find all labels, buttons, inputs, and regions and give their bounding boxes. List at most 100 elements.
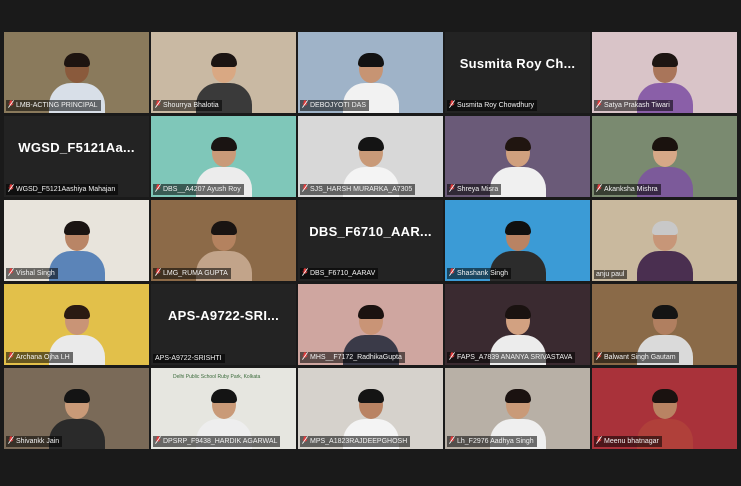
mic-muted-icon bbox=[8, 268, 14, 279]
participant-name: SJS_HARSH MURARKA_A7305 bbox=[310, 186, 413, 193]
participant-name-label: Archana Ojha LH bbox=[6, 352, 73, 363]
participant-name: anju paul bbox=[596, 271, 625, 278]
participant-video bbox=[592, 200, 737, 281]
participant-name: MPS_A1823RAJDEEPGHOSH bbox=[310, 438, 408, 445]
participant-name: Meenu bhatnagar bbox=[604, 438, 659, 445]
participant-tile[interactable]: Balwant Singh Gautam bbox=[592, 284, 737, 365]
participant-tile[interactable]: Satya Prakash Tiwari bbox=[592, 32, 737, 113]
participant-tile[interactable]: Vishal Singh bbox=[4, 200, 149, 281]
mic-muted-icon bbox=[302, 100, 308, 111]
participant-tile[interactable]: Shreya Misra bbox=[445, 116, 590, 197]
participant-name: LMG_RUMA GUPTA bbox=[163, 270, 228, 277]
participant-gallery: LMB-ACTING PRINCIPAL Shourrya Bhalotia DEB… bbox=[4, 32, 737, 449]
participant-tile[interactable]: DEBOJYOTI DAS bbox=[298, 32, 443, 113]
participant-name-label: DBS_F6710_AARAV bbox=[300, 268, 379, 279]
participant-tile[interactable]: Shivankk Jain bbox=[4, 368, 149, 449]
participant-tile[interactable]: DBS_F6710_AAR... DBS_F6710_AARAV bbox=[298, 200, 443, 281]
participant-name-label: LMG_RUMA GUPTA bbox=[153, 268, 231, 279]
participant-name-label: Satya Prakash Tiwari bbox=[594, 100, 673, 111]
participant-name-label: APS-A9722-SRISHTI bbox=[153, 354, 225, 363]
participant-name-label: Meenu bhatnagar bbox=[594, 436, 662, 447]
participant-tile[interactable]: Akanksha Mishra bbox=[592, 116, 737, 197]
mic-muted-icon bbox=[302, 268, 308, 279]
participant-display-name: APS-A9722-SRI... bbox=[167, 308, 279, 323]
participant-name: Lh_F2976 Aadhya Singh bbox=[457, 438, 534, 445]
mic-muted-icon bbox=[8, 184, 14, 195]
mic-muted-icon bbox=[302, 436, 308, 447]
participant-display-name: Susmita Roy Ch... bbox=[459, 56, 576, 71]
mic-muted-icon bbox=[8, 436, 14, 447]
participant-display-name: DBS_F6710_AAR... bbox=[309, 224, 432, 239]
participant-tile[interactable]: Archana Ojha LH bbox=[4, 284, 149, 365]
participant-name-label: Susmita Roy Chowdhury bbox=[447, 100, 538, 111]
participant-name-label: Vishal Singh bbox=[6, 268, 58, 279]
mic-muted-icon bbox=[596, 184, 602, 195]
participant-tile[interactable]: MPS_A1823RAJDEEPGHOSH bbox=[298, 368, 443, 449]
participant-tile[interactable]: LMB-ACTING PRINCIPAL bbox=[4, 32, 149, 113]
mic-muted-icon bbox=[449, 268, 455, 279]
participant-name-label: DEBOJYOTI DAS bbox=[300, 100, 370, 111]
participant-tile[interactable]: SJS_HARSH MURARKA_A7305 bbox=[298, 116, 443, 197]
participant-name: Shreya Misra bbox=[457, 186, 499, 193]
participant-tile[interactable]: WGSD_F5121Aa... WGSD_F5121Aashiya Mahajan bbox=[4, 116, 149, 197]
participant-tile[interactable]: Delhi Public School Ruby Park, Kolkata DP… bbox=[151, 368, 296, 449]
participant-tile[interactable]: DBS__A4207 Ayush Roy bbox=[151, 116, 296, 197]
participant-tile[interactable]: Lh_F2976 Aadhya Singh bbox=[445, 368, 590, 449]
participant-name: DBS_F6710_AARAV bbox=[310, 270, 376, 277]
participant-name-label: LMB-ACTING PRINCIPAL bbox=[6, 100, 101, 111]
participant-name-label: Lh_F2976 Aadhya Singh bbox=[447, 436, 537, 447]
participant-name: Susmita Roy Chowdhury bbox=[457, 102, 535, 109]
participant-name-label: Shourrya Bhalotia bbox=[153, 100, 222, 111]
participant-name: Satya Prakash Tiwari bbox=[604, 102, 670, 109]
participant-name-label: Shivankk Jain bbox=[6, 436, 63, 447]
virtual-background-banner: Delhi Public School Ruby Park, Kolkata bbox=[173, 374, 261, 380]
mic-muted-icon bbox=[8, 100, 14, 111]
participant-tile[interactable]: MHS__F7172_RadhikaGupta bbox=[298, 284, 443, 365]
participant-tile[interactable]: LMG_RUMA GUPTA bbox=[151, 200, 296, 281]
participant-name: Archana Ojha LH bbox=[16, 354, 70, 361]
participant-name: LMB-ACTING PRINCIPAL bbox=[16, 102, 98, 109]
participant-name: Vishal Singh bbox=[16, 270, 55, 277]
mic-muted-icon bbox=[449, 100, 455, 111]
participant-name: MHS__F7172_RadhikaGupta bbox=[310, 354, 402, 361]
participant-name-label: DBS__A4207 Ayush Roy bbox=[153, 184, 244, 195]
participant-name-label: Akanksha Mishra bbox=[594, 184, 661, 195]
participant-figure bbox=[636, 219, 693, 281]
mic-muted-icon bbox=[155, 100, 161, 111]
participant-name-label: SJS_HARSH MURARKA_A7305 bbox=[300, 184, 416, 195]
participant-tile[interactable]: FAPS_A7839 ANANYA SRIVASTAVA bbox=[445, 284, 590, 365]
mic-muted-icon bbox=[596, 100, 602, 111]
mic-muted-icon bbox=[8, 352, 14, 363]
participant-tile[interactable]: Meenu bhatnagar bbox=[592, 368, 737, 449]
mic-muted-icon bbox=[155, 268, 161, 279]
mic-muted-icon bbox=[302, 184, 308, 195]
participant-tile[interactable]: anju paul bbox=[592, 200, 737, 281]
participant-name: WGSD_F5121Aashiya Mahajan bbox=[16, 186, 116, 193]
participant-name-label: MPS_A1823RAJDEEPGHOSH bbox=[300, 436, 411, 447]
mic-muted-icon bbox=[302, 352, 308, 363]
participant-name-label: DPSRP_F9438_HARDIK AGARWAL bbox=[153, 436, 281, 447]
participant-name-label: Balwant Singh Gautam bbox=[594, 352, 679, 363]
mic-muted-icon bbox=[596, 436, 602, 447]
participant-tile[interactable]: Shashank Singh bbox=[445, 200, 590, 281]
participant-name: Shashank Singh bbox=[457, 270, 508, 277]
participant-tile[interactable]: Shourrya Bhalotia bbox=[151, 32, 296, 113]
participant-name-label: FAPS_A7839 ANANYA SRIVASTAVA bbox=[447, 352, 576, 363]
participant-name-label: Shreya Misra bbox=[447, 184, 502, 195]
mic-muted-icon bbox=[155, 184, 161, 195]
mic-muted-icon bbox=[596, 352, 602, 363]
participant-name: FAPS_A7839 ANANYA SRIVASTAVA bbox=[457, 354, 573, 361]
participant-display-name: WGSD_F5121Aa... bbox=[18, 140, 135, 155]
mic-muted-icon bbox=[449, 184, 455, 195]
participant-name: Akanksha Mishra bbox=[604, 186, 658, 193]
participant-name: Shourrya Bhalotia bbox=[163, 102, 219, 109]
participant-name-label: MHS__F7172_RadhikaGupta bbox=[300, 352, 405, 363]
participant-tile[interactable]: APS-A9722-SRI... APS-A9722-SRISHTI bbox=[151, 284, 296, 365]
participant-name: Shivankk Jain bbox=[16, 438, 60, 445]
participant-name: Balwant Singh Gautam bbox=[604, 354, 676, 361]
mic-muted-icon bbox=[449, 436, 455, 447]
participant-name-label: Shashank Singh bbox=[447, 268, 511, 279]
participant-name-label: anju paul bbox=[594, 270, 628, 279]
mic-muted-icon bbox=[449, 352, 455, 363]
participant-tile[interactable]: Susmita Roy Ch... Susmita Roy Chowdhury bbox=[445, 32, 590, 113]
